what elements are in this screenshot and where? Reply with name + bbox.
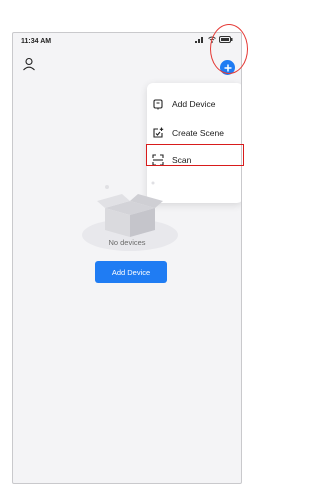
signal-icon xyxy=(195,37,203,43)
create-scene-icon xyxy=(153,127,164,138)
empty-box-illustration xyxy=(82,181,178,251)
add-device-button[interactable]: Add Device xyxy=(95,261,167,283)
menu-item-add-device[interactable]: Add Device xyxy=(147,91,241,117)
annotation-box xyxy=(146,144,244,166)
menu-item-create-scene[interactable]: Create Scene xyxy=(147,120,241,146)
status-time: 11:34 AM xyxy=(21,38,52,45)
profile-icon[interactable] xyxy=(22,57,36,71)
add-device-icon xyxy=(153,99,163,110)
menu-item-label: Create Scene xyxy=(172,128,224,138)
empty-message: No devices xyxy=(108,238,146,247)
status-bar: 11:34 AM xyxy=(13,33,241,51)
annotation-circle xyxy=(210,24,248,74)
phone-screen: 11:34 AM Add Device Create Scene Scan No… xyxy=(12,32,242,484)
menu-item-label: Add Device xyxy=(172,99,216,109)
app-header xyxy=(13,53,241,75)
